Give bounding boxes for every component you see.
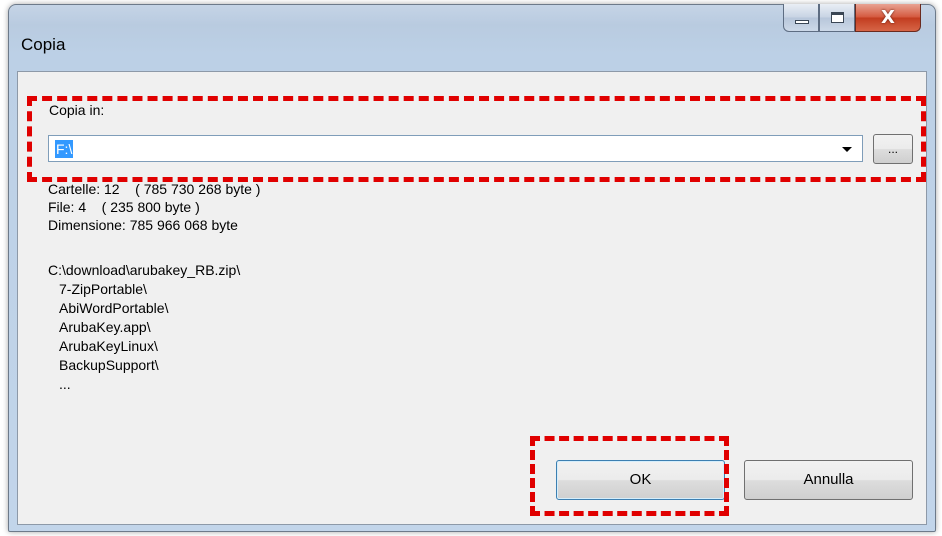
list-item: AbiWordPortable\: [59, 300, 169, 316]
maximize-icon: [831, 12, 844, 23]
dialog-body: Copia in: F:\ ... Cartelle: 12 ( 785 730…: [17, 71, 927, 525]
files-count: File: 4 ( 235 800 byte ): [48, 199, 200, 215]
ok-button[interactable]: OK: [556, 460, 725, 500]
cancel-button[interactable]: Annulla: [744, 460, 913, 500]
minimize-button[interactable]: [783, 4, 819, 32]
destination-combobox[interactable]: F:\: [48, 135, 863, 162]
browse-button[interactable]: ...: [873, 134, 913, 164]
copy-dialog: Copia X Copia in: F:\ ... Cartelle: 12 (…: [8, 4, 936, 532]
list-item: BackupSupport\: [59, 357, 159, 373]
close-button[interactable]: X: [855, 4, 921, 32]
total-size: Dimensione: 785 966 068 byte: [48, 217, 238, 233]
title-bar[interactable]: Copia X: [9, 4, 935, 71]
list-more: ...: [59, 376, 71, 392]
window-title: Copia: [21, 35, 66, 54]
list-item: ArubaKey.app\: [59, 319, 151, 335]
close-icon: X: [881, 7, 895, 28]
dropdown-arrow-icon[interactable]: [842, 147, 852, 152]
list-item: ArubaKeyLinux\: [59, 338, 158, 354]
copy-to-label: Copia in:: [49, 102, 105, 118]
list-item: 7-ZipPortable\: [59, 281, 147, 297]
maximize-button[interactable]: [819, 4, 855, 32]
destination-value[interactable]: F:\: [55, 140, 74, 158]
minimize-icon: [795, 20, 809, 24]
source-path: C:\download\arubakey_RB.zip\: [48, 262, 241, 278]
caption-buttons: X: [783, 4, 921, 34]
folders-count: Cartelle: 12 ( 785 730 268 byte ): [48, 181, 261, 197]
